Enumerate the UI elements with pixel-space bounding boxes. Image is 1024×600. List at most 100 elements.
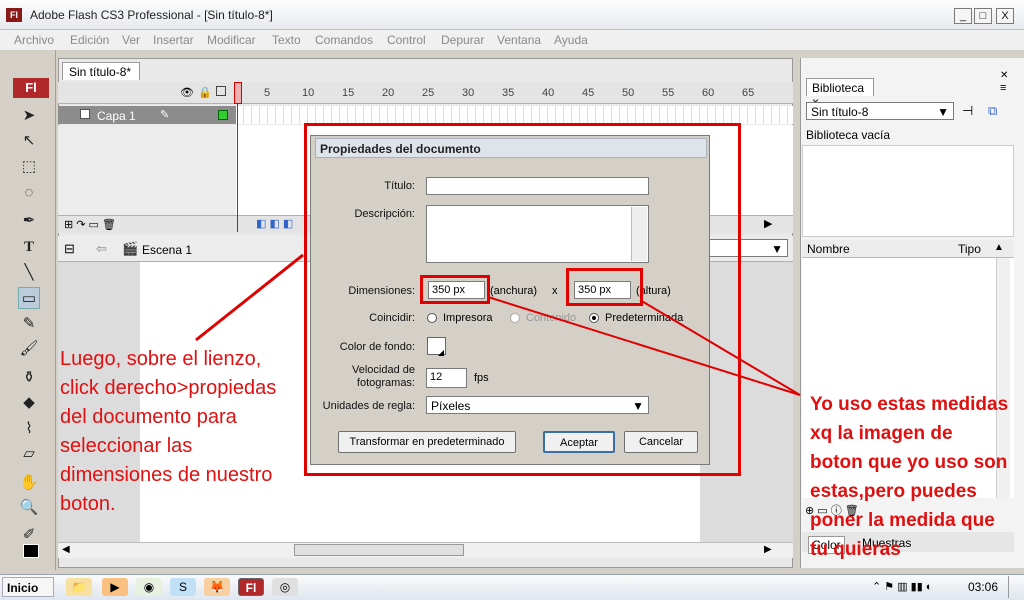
scene-name: Escena 1 xyxy=(142,243,193,257)
add-layer-icon[interactable]: ⊞ ↷ ▭ 🗑 xyxy=(64,218,116,231)
frame-number: 60 xyxy=(702,87,715,99)
onion-skin-icon[interactable]: ◧ ◧ ◧ xyxy=(256,217,293,230)
annotation-line: tu quieras xyxy=(810,539,901,560)
panel-menu-icon[interactable]: ≡ xyxy=(1000,82,1006,94)
flash-logo: Fl xyxy=(13,78,49,98)
frame-number: 10 xyxy=(302,87,315,99)
frame-number: 55 xyxy=(662,87,675,99)
library-document-select[interactable]: Sin título-8 ▼ xyxy=(806,102,954,120)
flash-taskbar-icon[interactable]: Fl xyxy=(238,578,264,596)
outline-icon[interactable] xyxy=(216,86,226,96)
pen-icon[interactable]: ✒ xyxy=(18,210,40,232)
lasso-icon[interactable]: ◌ xyxy=(18,182,40,204)
brush-icon[interactable]: 🖌 xyxy=(18,338,40,360)
menu-archivo[interactable]: Archivo xyxy=(14,33,54,47)
scene-icon: 🎬 xyxy=(122,241,139,256)
annotation-line: Luego, sobre el lienzo, xyxy=(60,348,262,370)
menu-control[interactable]: Control xyxy=(387,33,426,47)
menu-ventana[interactable]: Ventana xyxy=(497,33,541,47)
dialog-highlight-box xyxy=(304,123,741,476)
show-desktop-button[interactable] xyxy=(1008,576,1022,598)
menu-ver[interactable]: Ver xyxy=(122,33,140,47)
width-highlight-box xyxy=(420,275,490,304)
layer-list xyxy=(58,125,236,215)
eye-icon[interactable]: 👁 xyxy=(180,86,194,99)
frame-number: 40 xyxy=(542,87,555,99)
close-button[interactable]: X xyxy=(996,8,1014,24)
scroll-thumb[interactable] xyxy=(294,544,464,556)
free-transform-icon[interactable]: ⬚ xyxy=(18,156,40,178)
firefox-icon[interactable]: 🦊 xyxy=(204,578,230,596)
library-document-value: Sin título-8 xyxy=(811,105,869,119)
window-title: Adobe Flash CS3 Professional - [Sin títu… xyxy=(30,8,273,22)
frame-number: 50 xyxy=(622,87,635,99)
app-icon[interactable]: ◎ xyxy=(272,578,298,596)
menu-comandos[interactable]: Comandos xyxy=(315,33,373,47)
height-highlight-box xyxy=(566,268,643,306)
column-type[interactable]: Tipo xyxy=(958,242,981,256)
chrome-icon[interactable]: ◉ xyxy=(136,578,162,596)
library-empty-text: Biblioteca vacía xyxy=(806,128,891,142)
subselect-arrow-icon[interactable]: ↖ xyxy=(18,130,40,152)
layer-name[interactable]: Capa 1 xyxy=(97,109,136,123)
pin-icon[interactable]: ⊣ xyxy=(962,103,973,119)
new-library-icon[interactable]: ⧉ xyxy=(988,103,997,119)
hand-icon[interactable]: ✋ xyxy=(18,472,40,494)
menu-ayuda[interactable]: Ayuda xyxy=(554,33,588,47)
eraser-icon[interactable]: ▱ xyxy=(18,443,40,465)
eyedropper-icon[interactable]: ⌇ xyxy=(18,418,40,440)
annotation-line: xq la imagen de xyxy=(810,423,953,444)
menu-modificar[interactable]: Modificar xyxy=(207,33,256,47)
rectangle-tool-icon[interactable]: ▭ xyxy=(18,287,40,309)
scroll-right-icon[interactable]: ▶ xyxy=(764,544,772,555)
frame-number: 5 xyxy=(264,87,271,99)
menu-depurar[interactable]: Depurar xyxy=(441,33,484,47)
folder-icon[interactable]: 📁 xyxy=(66,578,92,596)
ink-bottle-icon[interactable]: ⚱ xyxy=(18,367,40,389)
layer-page-icon xyxy=(80,109,90,119)
playhead[interactable] xyxy=(234,82,242,232)
left-annotation: Luego, sobre el lienzo, click derecho>pr… xyxy=(60,345,305,519)
edit-scene-icon[interactable]: ⊟ xyxy=(64,241,75,257)
annotation-line: Yo uso estas medidas xyxy=(810,394,1009,415)
tray-icons[interactable]: ⌃ ⚑ ▥ ▮▮ ◐ xyxy=(872,580,932,593)
media-player-icon[interactable]: ▶ xyxy=(102,578,128,596)
menu-insertar[interactable]: Insertar xyxy=(153,33,194,47)
layer-color-icon[interactable] xyxy=(218,110,228,120)
layer-frames[interactable] xyxy=(236,106,793,124)
paint-bucket-icon[interactable]: ◆ xyxy=(18,392,40,414)
library-tab-label: Biblioteca xyxy=(812,81,865,95)
back-arrow-icon[interactable]: ⇦ xyxy=(96,241,107,257)
minimize-button[interactable]: _ xyxy=(954,8,972,24)
library-tab[interactable]: Biblioteca × xyxy=(806,78,874,109)
frame-number: 30 xyxy=(462,87,475,99)
stroke-color-icon[interactable]: ✐ xyxy=(18,524,40,546)
column-name[interactable]: Nombre xyxy=(807,242,850,256)
menu-edicion[interactable]: Edición xyxy=(70,33,109,47)
lock-icon[interactable]: 🔒 xyxy=(198,86,212,99)
annotation-line: boton que yo uso son xyxy=(810,452,1008,473)
scroll-left-icon[interactable]: ◀ xyxy=(62,544,70,555)
right-annotation: Yo uso estas medidas xq la imagen de bot… xyxy=(810,390,1024,564)
timeline-scroll-right-icon[interactable]: ▶ xyxy=(764,217,772,230)
sort-icon[interactable]: ▲ xyxy=(994,242,1004,253)
document-tab[interactable]: Sin título-8* xyxy=(62,62,140,80)
flash-app-icon: Fl xyxy=(6,8,22,22)
skype-icon[interactable]: S xyxy=(170,578,196,596)
annotation-line: boton. xyxy=(60,493,116,515)
annotation-line: del documento para xyxy=(60,406,237,428)
library-preview xyxy=(802,145,1014,237)
menu-texto[interactable]: Texto xyxy=(272,33,301,47)
start-button[interactable]: Inicio xyxy=(2,577,54,597)
panel-close-icon[interactable]: ✕ xyxy=(1000,70,1008,81)
pencil-icon[interactable]: ✎ xyxy=(18,313,40,335)
annotation-line: seleccionar las xyxy=(60,435,193,457)
line-tool-icon[interactable]: ╲ xyxy=(18,262,40,284)
maximize-button[interactable]: □ xyxy=(974,8,992,24)
pencil-edit-icon: ✎ xyxy=(160,109,170,121)
frame-number: 65 xyxy=(742,87,755,99)
selection-arrow-icon[interactable]: ➤ xyxy=(18,105,40,127)
zoom-icon[interactable]: 🔍 xyxy=(18,497,40,519)
fill-color-swatch[interactable] xyxy=(23,544,39,558)
text-tool-icon[interactable]: T xyxy=(18,236,40,258)
